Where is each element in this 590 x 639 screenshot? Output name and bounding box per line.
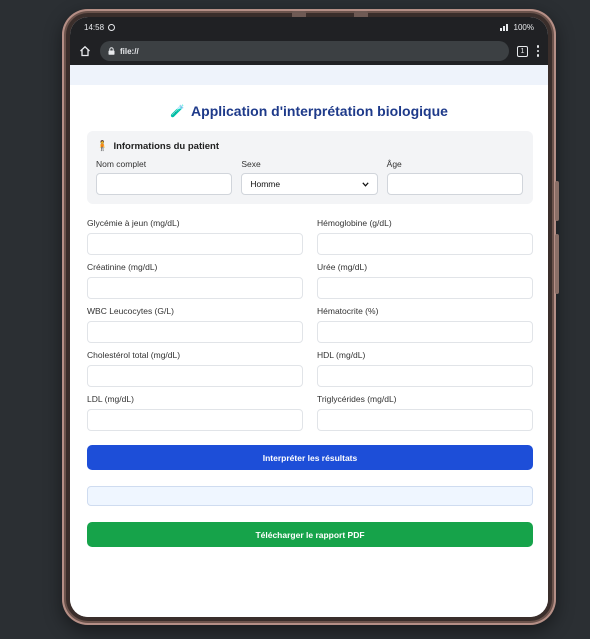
person-icon: 🧍 <box>96 141 109 152</box>
hematocrite-label: Hématocrite (%) <box>317 306 379 316</box>
home-icon[interactable] <box>78 44 92 58</box>
name-label: Nom complet <box>96 159 147 169</box>
page-title-text: Application d'interprétation biologique <box>191 103 448 119</box>
screen: 14:58 100% file:// 1 🧪 Application d'int… <box>70 17 548 617</box>
download-pdf-button[interactable]: Télécharger le rapport PDF <box>87 522 533 547</box>
lab-values-form: Glycémie à jeun (mg/dL) Hémoglobine (g/d… <box>87 218 533 431</box>
triglycerides-input[interactable] <box>317 409 533 431</box>
hematocrite-input[interactable] <box>317 321 533 343</box>
address-bar[interactable]: file:// <box>100 41 509 61</box>
hemoglobine-label: Hémoglobine (g/dL) <box>317 218 392 228</box>
ldl-input[interactable] <box>87 409 303 431</box>
glycemie-input[interactable] <box>87 233 303 255</box>
cholesterol-input[interactable] <box>87 365 303 387</box>
web-page: 🧪 Application d'interprétation biologiqu… <box>70 65 548 617</box>
page-header-band <box>70 65 548 85</box>
sex-selected-value: Homme <box>250 179 281 189</box>
chevron-down-icon <box>362 181 369 187</box>
patient-section-label: Informations du patient <box>113 141 220 152</box>
creatinine-label: Créatinine (mg/dL) <box>87 262 158 272</box>
status-bar: 14:58 100% <box>70 17 548 37</box>
ldl-label: LDL (mg/dL) <box>87 394 134 404</box>
status-time: 14:58 <box>84 22 105 32</box>
age-input[interactable] <box>386 173 523 195</box>
sex-select[interactable]: Homme <box>241 173 378 195</box>
hdl-input[interactable] <box>317 365 533 387</box>
glycemie-label: Glycémie à jeun (mg/dL) <box>87 218 180 228</box>
tabs-icon[interactable]: 1 <box>517 45 528 57</box>
hemoglobine-input[interactable] <box>317 233 533 255</box>
volume-button <box>555 181 559 221</box>
hdl-label: HDL (mg/dL) <box>317 350 366 360</box>
name-input[interactable] <box>96 173 233 195</box>
age-label: Âge <box>386 159 402 169</box>
wbc-input[interactable] <box>87 321 303 343</box>
url-text: file:// <box>120 46 139 56</box>
uree-input[interactable] <box>317 277 533 299</box>
page-title: 🧪 Application d'interprétation biologiqu… <box>70 103 548 119</box>
more-menu-icon[interactable] <box>536 45 540 57</box>
signal-icon <box>499 23 510 31</box>
lock-icon <box>108 47 115 55</box>
power-button <box>555 234 559 294</box>
battery-level: 100% <box>513 22 534 32</box>
wbc-label: WBC Leucocytes (G/L) <box>87 306 174 316</box>
uree-label: Urée (mg/dL) <box>317 262 368 272</box>
browser-toolbar: file:// 1 <box>70 37 548 65</box>
sex-label: Sexe <box>241 159 261 169</box>
result-output <box>87 486 533 506</box>
phone-frame: 14:58 100% file:// 1 🧪 Application d'int… <box>62 9 559 625</box>
test-tube-icon: 🧪 <box>170 104 186 118</box>
triglycerides-label: Triglycérides (mg/dL) <box>317 394 397 404</box>
creatinine-input[interactable] <box>87 277 303 299</box>
notification-icon <box>108 23 116 31</box>
cholesterol-label: Cholestérol total (mg/dL) <box>87 350 181 360</box>
interpret-button[interactable]: Interpréter les résultats <box>87 445 533 470</box>
patient-info-card: 🧍 Informations du patient Nom complet Se… <box>87 131 533 204</box>
patient-section-title: 🧍 Informations du patient <box>96 141 523 152</box>
